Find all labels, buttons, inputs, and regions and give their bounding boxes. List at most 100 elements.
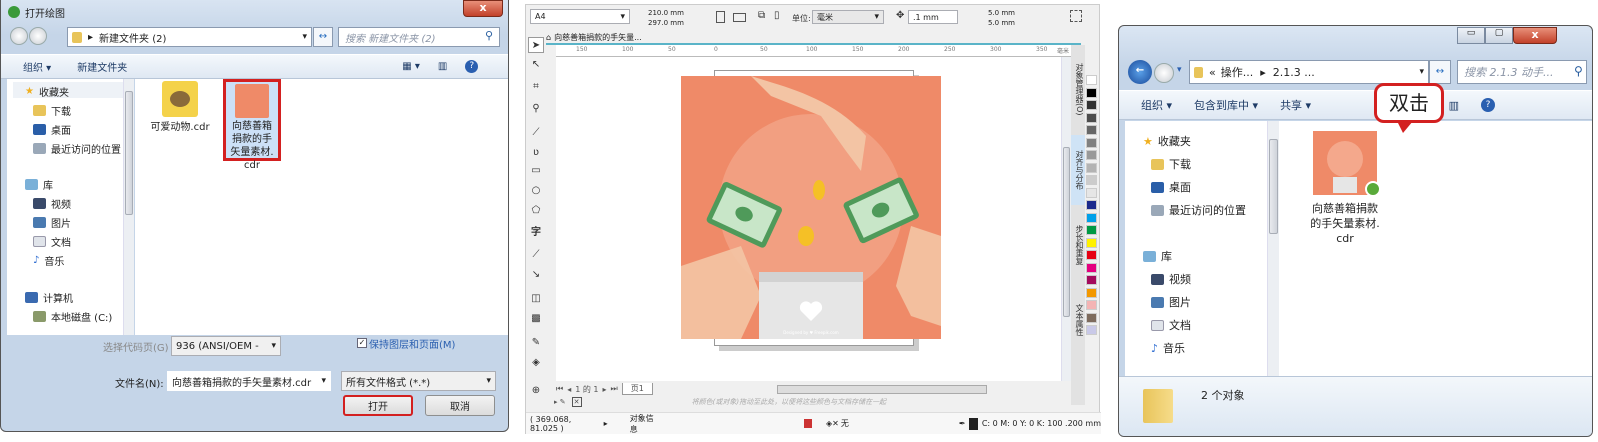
palette-swatch[interactable]: [1086, 100, 1097, 110]
color-profile-icon[interactable]: [804, 419, 813, 428]
maximize-button[interactable]: ▢: [1485, 27, 1513, 44]
address-bar[interactable]: ▸ 新建文件夹 (2): [67, 27, 312, 47]
nav-local-disk[interactable]: 本地磁盘 (C:): [33, 309, 112, 324]
nav-computer[interactable]: 计算机: [25, 290, 73, 305]
nav-scrollbar[interactable]: [123, 79, 134, 335]
palette-swatch[interactable]: [1086, 250, 1097, 260]
palette-swatch[interactable]: [1086, 137, 1097, 148]
nav-desktop[interactable]: 桌面: [1151, 179, 1191, 195]
history-dropdown-icon[interactable]: ▾: [1177, 65, 1182, 75]
transparency-tool-icon[interactable]: ▩: [528, 311, 544, 327]
minimize-button[interactable]: ▭: [1457, 27, 1485, 44]
include-in-library-menu[interactable]: 包含到库中 ▾: [1194, 97, 1258, 113]
artistic-media-icon[interactable]: ʋ: [528, 145, 544, 161]
nav-documents[interactable]: 文档: [33, 234, 71, 249]
palette-swatch[interactable]: [1086, 225, 1097, 235]
file-item-selected[interactable]: 向慈善箱捐款的手矢量素材.cdr: [223, 79, 281, 171]
nudge-input[interactable]: .1 mm: [908, 10, 958, 24]
nav-recent[interactable]: 最近访问的位置: [1151, 202, 1246, 218]
preview-pane-icon[interactable]: ▥: [1449, 99, 1459, 112]
dimension-tool-icon[interactable]: ⟋: [528, 247, 544, 263]
landscape-icon[interactable]: [733, 13, 746, 22]
nav-videos[interactable]: 视频: [33, 196, 71, 211]
current-page-icon[interactable]: ▯: [774, 10, 780, 21]
eyedropper-tool-icon[interactable]: ✎: [528, 335, 544, 351]
rectangle-tool-icon[interactable]: ▭: [528, 163, 544, 179]
next-page-icon[interactable]: ▸: [602, 385, 606, 394]
filename-input[interactable]: 向慈善箱捐款的手矢量素材.cdr: [167, 371, 331, 391]
palette-swatch[interactable]: [1086, 162, 1097, 173]
palette-swatch[interactable]: [1086, 200, 1097, 210]
palette-swatch[interactable]: [1086, 75, 1097, 85]
palette-swatch[interactable]: [1086, 275, 1097, 285]
palette-swatch[interactable]: [1086, 262, 1097, 273]
palette-swatch[interactable]: [1086, 237, 1097, 248]
color-palette[interactable]: [1086, 75, 1097, 375]
nav-downloads[interactable]: 下载: [1151, 156, 1191, 172]
portrait-icon[interactable]: [716, 11, 725, 23]
first-page-icon[interactable]: ⏮: [556, 384, 563, 394]
back-button[interactable]: ←: [1128, 60, 1152, 84]
nav-pictures[interactable]: 图片: [1151, 294, 1191, 310]
docker-tab-text-properties[interactable]: 文本属性: [1071, 285, 1085, 355]
expand-arrow-icon[interactable]: ▸: [604, 419, 608, 428]
palette-swatch[interactable]: [1086, 150, 1097, 160]
nav-documents[interactable]: 文档: [1151, 317, 1191, 333]
address-bar[interactable]: « 操作... ▸ 2.1.3 ...: [1189, 60, 1429, 84]
nav-music[interactable]: ♪ 音乐: [1151, 340, 1185, 356]
canvas-vertical-scrollbar[interactable]: [1061, 57, 1071, 381]
nav-libraries[interactable]: 库: [1143, 248, 1172, 264]
page-size-select[interactable]: A4: [530, 9, 630, 24]
nav-music[interactable]: ♪ 音乐: [33, 253, 64, 268]
refresh-button[interactable]: ↔: [1429, 60, 1451, 84]
nav-favorites[interactable]: ★ 收藏夹: [1143, 133, 1191, 149]
horizontal-scrollbar[interactable]: [776, 384, 987, 394]
nav-pictures[interactable]: 图片: [33, 215, 71, 230]
zoom-tool-icon[interactable]: ⚲: [528, 101, 544, 117]
search-input[interactable]: 搜索 2.1.3 动手...: [1457, 60, 1587, 84]
palette-swatch[interactable]: [1086, 187, 1097, 198]
charity-donation-artwork[interactable]: Designed by ♥ Freepik.com: [681, 76, 941, 339]
new-folder-button[interactable]: 新建文件夹: [77, 59, 127, 74]
forward-button[interactable]: [1154, 63, 1174, 83]
nav-videos[interactable]: 视频: [1151, 271, 1191, 287]
prev-page-icon[interactable]: ◂: [567, 385, 571, 394]
filetype-select[interactable]: 所有文件格式 (*.*): [341, 371, 496, 391]
polygon-tool-icon[interactable]: ⬠: [528, 203, 544, 219]
ellipse-tool-icon[interactable]: ○: [528, 183, 544, 199]
open-button[interactable]: 打开: [343, 395, 413, 416]
palette-swatch[interactable]: [1086, 125, 1097, 135]
codepage-select[interactable]: 936 (ANSI/OEM -: [171, 336, 281, 356]
organize-menu[interactable]: 组织 ▾: [1141, 97, 1172, 113]
units-select[interactable]: 毫米: [812, 10, 884, 24]
keep-layers-checkbox[interactable]: ✓: [357, 338, 367, 348]
share-menu[interactable]: 共享 ▾: [1280, 97, 1311, 113]
palette-swatch[interactable]: [1086, 175, 1097, 185]
forward-button[interactable]: [29, 27, 47, 45]
refresh-button[interactable]: ↔: [313, 27, 333, 47]
page-width-input[interactable]: 210.0 mm: [644, 8, 700, 18]
palette-swatch[interactable]: [1086, 112, 1097, 123]
treat-as-filled-icon[interactable]: [1070, 10, 1082, 22]
file-item[interactable]: 可爱动物.cdr: [149, 81, 211, 134]
add-tool-icon[interactable]: ⊕: [528, 383, 544, 399]
last-page-icon[interactable]: ⏭: [611, 384, 618, 394]
nav-recent[interactable]: 最近访问的位置: [33, 141, 121, 156]
no-color-swatch[interactable]: ✕: [571, 397, 582, 407]
shape-tool-icon[interactable]: ↖: [528, 57, 544, 73]
text-tool-icon[interactable]: 字: [528, 225, 544, 241]
nav-libraries[interactable]: 库: [25, 177, 53, 192]
nav-downloads[interactable]: 下载: [33, 103, 71, 118]
preview-pane-icon[interactable]: ▥: [438, 61, 447, 72]
palette-swatch[interactable]: [1086, 300, 1097, 310]
keep-layers-label[interactable]: 保持图层和页面(M): [369, 336, 455, 351]
docker-tab-step-repeat[interactable]: 步长和重复: [1071, 210, 1085, 280]
help-icon[interactable]: ?: [1481, 98, 1496, 112]
palette-swatch[interactable]: [1086, 87, 1097, 98]
breadcrumb-current[interactable]: 2.1.3 ...: [1273, 66, 1315, 79]
connector-tool-icon[interactable]: ↘: [528, 267, 544, 283]
fill-tool-icon[interactable]: ◈: [528, 355, 544, 371]
cancel-button[interactable]: 取消: [425, 395, 495, 416]
breadcrumb-parent[interactable]: 操作...: [1221, 64, 1254, 80]
page-height-input[interactable]: 297.0 mm: [644, 18, 700, 28]
